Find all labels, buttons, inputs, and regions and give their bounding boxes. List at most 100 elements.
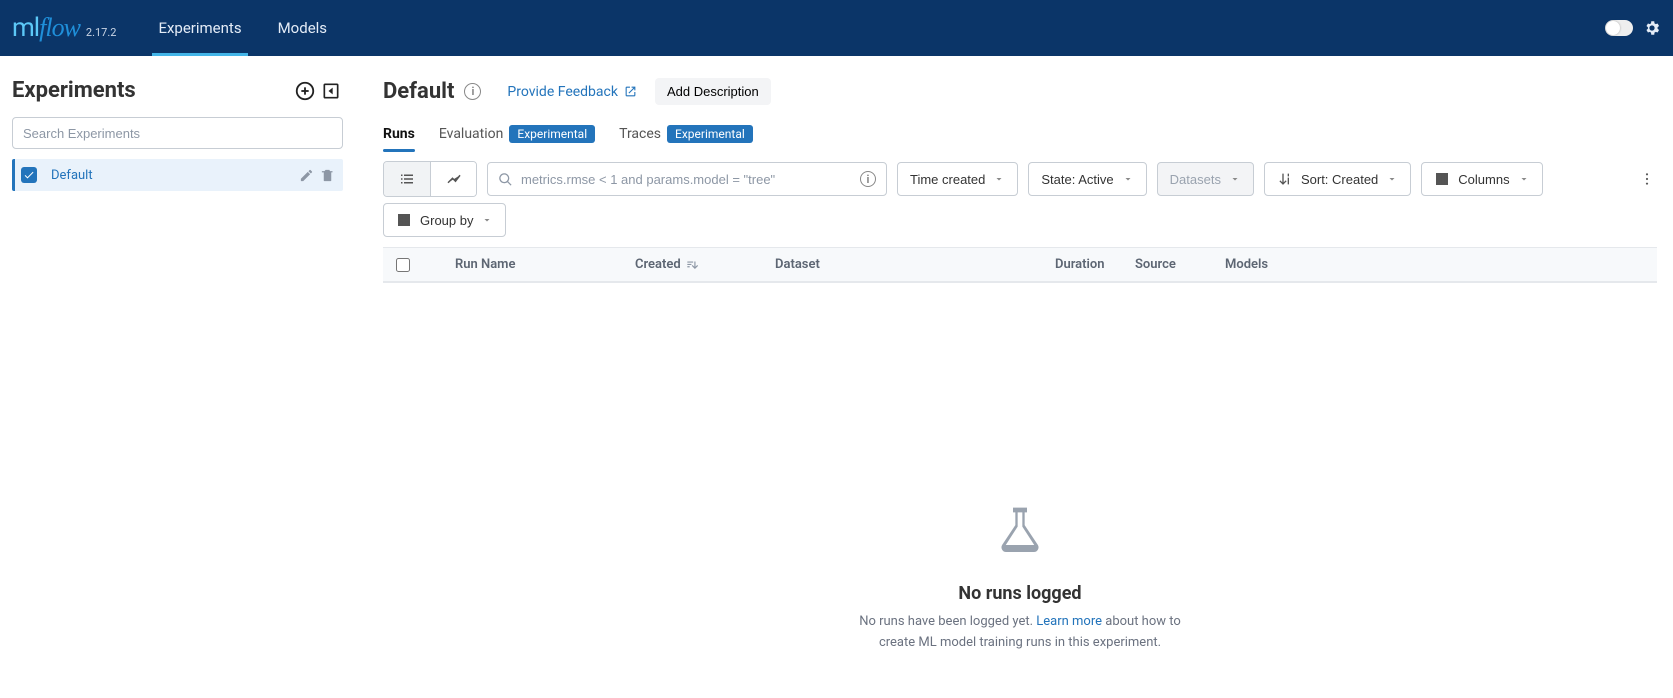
chevron-down-icon bbox=[1122, 173, 1134, 185]
subtab-evaluation[interactable]: Evaluation Experimental bbox=[439, 125, 595, 151]
column-label: Models bbox=[1225, 257, 1268, 272]
experiment-checkbox[interactable] bbox=[21, 167, 37, 183]
create-experiment-button[interactable] bbox=[293, 79, 317, 103]
select-all-checkbox[interactable] bbox=[396, 258, 410, 272]
filter-label: Time created bbox=[910, 172, 985, 187]
collapse-left-icon bbox=[321, 81, 341, 101]
empty-text-before: No runs have been logged yet. bbox=[859, 614, 1036, 629]
edit-icon[interactable] bbox=[299, 168, 314, 183]
mlflow-logo: ml flow 2.17.2 bbox=[12, 13, 116, 43]
nav-tab-label: Models bbox=[278, 19, 327, 37]
collapse-sidebar-button[interactable] bbox=[319, 79, 343, 103]
experiment-item-default[interactable]: Default bbox=[12, 159, 343, 191]
empty-state: No runs logged No runs have been logged … bbox=[383, 283, 1657, 694]
logo-version: 2.17.2 bbox=[86, 26, 117, 39]
flask-icon bbox=[992, 503, 1048, 559]
empty-title: No runs logged bbox=[383, 583, 1657, 604]
empty-text: No runs have been logged yet. Learn more… bbox=[850, 612, 1190, 654]
chart-icon bbox=[445, 170, 463, 188]
datasets-filter: Datasets bbox=[1157, 162, 1254, 196]
kebab-icon bbox=[1639, 171, 1655, 187]
column-label: Created bbox=[635, 257, 681, 272]
nav-tab-experiments[interactable]: Experiments bbox=[140, 0, 259, 56]
theme-toggle[interactable] bbox=[1605, 20, 1633, 36]
runs-toolbar: i Time created State: Active Datasets So… bbox=[383, 161, 1657, 197]
columns-button[interactable]: Columns bbox=[1421, 162, 1542, 196]
navbar-right bbox=[1605, 19, 1661, 37]
sort-label: Sort: Created bbox=[1301, 172, 1378, 187]
chevron-down-icon bbox=[993, 173, 1005, 185]
external-link-icon bbox=[624, 85, 637, 98]
select-all-column[interactable] bbox=[383, 258, 423, 272]
subtab-label: Evaluation bbox=[439, 126, 504, 142]
state-filter[interactable]: State: Active bbox=[1028, 162, 1146, 196]
search-help-icon[interactable]: i bbox=[860, 171, 876, 187]
column-label: Duration bbox=[1055, 257, 1105, 272]
experimental-badge: Experimental bbox=[667, 125, 753, 143]
sort-desc-icon bbox=[685, 258, 699, 272]
learn-more-link[interactable]: Learn more bbox=[1036, 614, 1102, 629]
search-experiments-input[interactable] bbox=[12, 117, 343, 149]
runs-toolbar-row2: Group by bbox=[383, 203, 1657, 237]
nav-tabs: Experiments Models bbox=[140, 0, 345, 56]
logo-flow: flow bbox=[39, 13, 80, 43]
main-content: Default i Provide Feedback Add Descripti… bbox=[355, 56, 1673, 698]
top-navbar: ml flow 2.17.2 Experiments Models bbox=[0, 0, 1673, 56]
sort-icon bbox=[1277, 171, 1293, 187]
experiment-title: Default bbox=[383, 79, 454, 104]
time-created-filter[interactable]: Time created bbox=[897, 162, 1018, 196]
settings-icon[interactable] bbox=[1643, 19, 1661, 37]
subtab-label: Traces bbox=[619, 126, 661, 142]
check-icon bbox=[23, 169, 35, 181]
columns-icon bbox=[1434, 171, 1450, 187]
logo-ml: ml bbox=[12, 13, 39, 43]
column-created[interactable]: Created bbox=[623, 257, 763, 272]
subtab-runs[interactable]: Runs bbox=[383, 125, 415, 151]
filter-label: State: Active bbox=[1041, 172, 1113, 187]
search-icon bbox=[498, 172, 513, 187]
add-description-button[interactable]: Add Description bbox=[655, 78, 771, 105]
columns-label: Columns bbox=[1458, 172, 1509, 187]
provide-feedback-link[interactable]: Provide Feedback bbox=[507, 84, 637, 100]
chevron-down-icon bbox=[481, 214, 493, 226]
column-models[interactable]: Models bbox=[1213, 257, 1313, 272]
experiment-name: Default bbox=[51, 168, 299, 183]
runs-search-input[interactable] bbox=[521, 172, 860, 187]
subtab-traces[interactable]: Traces Experimental bbox=[619, 125, 753, 151]
more-actions-button[interactable] bbox=[1637, 171, 1657, 187]
view-toggle bbox=[383, 161, 477, 197]
nav-tab-label: Experiments bbox=[158, 19, 241, 37]
chevron-down-icon bbox=[1518, 173, 1530, 185]
runs-table: Run Name Created Dataset Duration Source… bbox=[383, 247, 1657, 283]
delete-icon[interactable] bbox=[320, 168, 335, 183]
group-by-button[interactable]: Group by bbox=[383, 203, 506, 237]
experiment-subtabs: Runs Evaluation Experimental Traces Expe… bbox=[383, 125, 1657, 151]
chart-view-button[interactable] bbox=[430, 162, 476, 196]
feedback-label: Provide Feedback bbox=[507, 84, 618, 100]
column-duration[interactable]: Duration bbox=[1043, 257, 1123, 272]
column-label: Source bbox=[1135, 257, 1176, 272]
nav-tab-models[interactable]: Models bbox=[260, 0, 345, 56]
column-label: Dataset bbox=[775, 257, 820, 272]
group-by-label: Group by bbox=[420, 213, 473, 228]
column-dataset[interactable]: Dataset bbox=[763, 257, 1043, 272]
chevron-down-icon bbox=[1386, 173, 1398, 185]
page-header: Default i Provide Feedback Add Descripti… bbox=[383, 78, 1657, 105]
group-icon bbox=[396, 212, 412, 228]
sidebar-header: Experiments bbox=[12, 78, 343, 103]
column-source[interactable]: Source bbox=[1123, 257, 1213, 272]
column-run-name[interactable]: Run Name bbox=[443, 257, 623, 272]
list-view-button[interactable] bbox=[384, 162, 430, 196]
list-icon bbox=[398, 170, 416, 188]
subtab-label: Runs bbox=[383, 126, 415, 142]
sort-button[interactable]: Sort: Created bbox=[1264, 162, 1411, 196]
filter-label: Datasets bbox=[1170, 172, 1221, 187]
info-icon[interactable]: i bbox=[464, 83, 481, 100]
plus-circle-icon bbox=[294, 80, 316, 102]
table-header-row: Run Name Created Dataset Duration Source… bbox=[383, 248, 1657, 282]
experimental-badge: Experimental bbox=[509, 125, 595, 143]
chevron-down-icon bbox=[1229, 173, 1241, 185]
runs-search-box[interactable]: i bbox=[487, 162, 887, 196]
column-label: Run Name bbox=[455, 257, 515, 272]
sidebar-title: Experiments bbox=[12, 78, 136, 103]
